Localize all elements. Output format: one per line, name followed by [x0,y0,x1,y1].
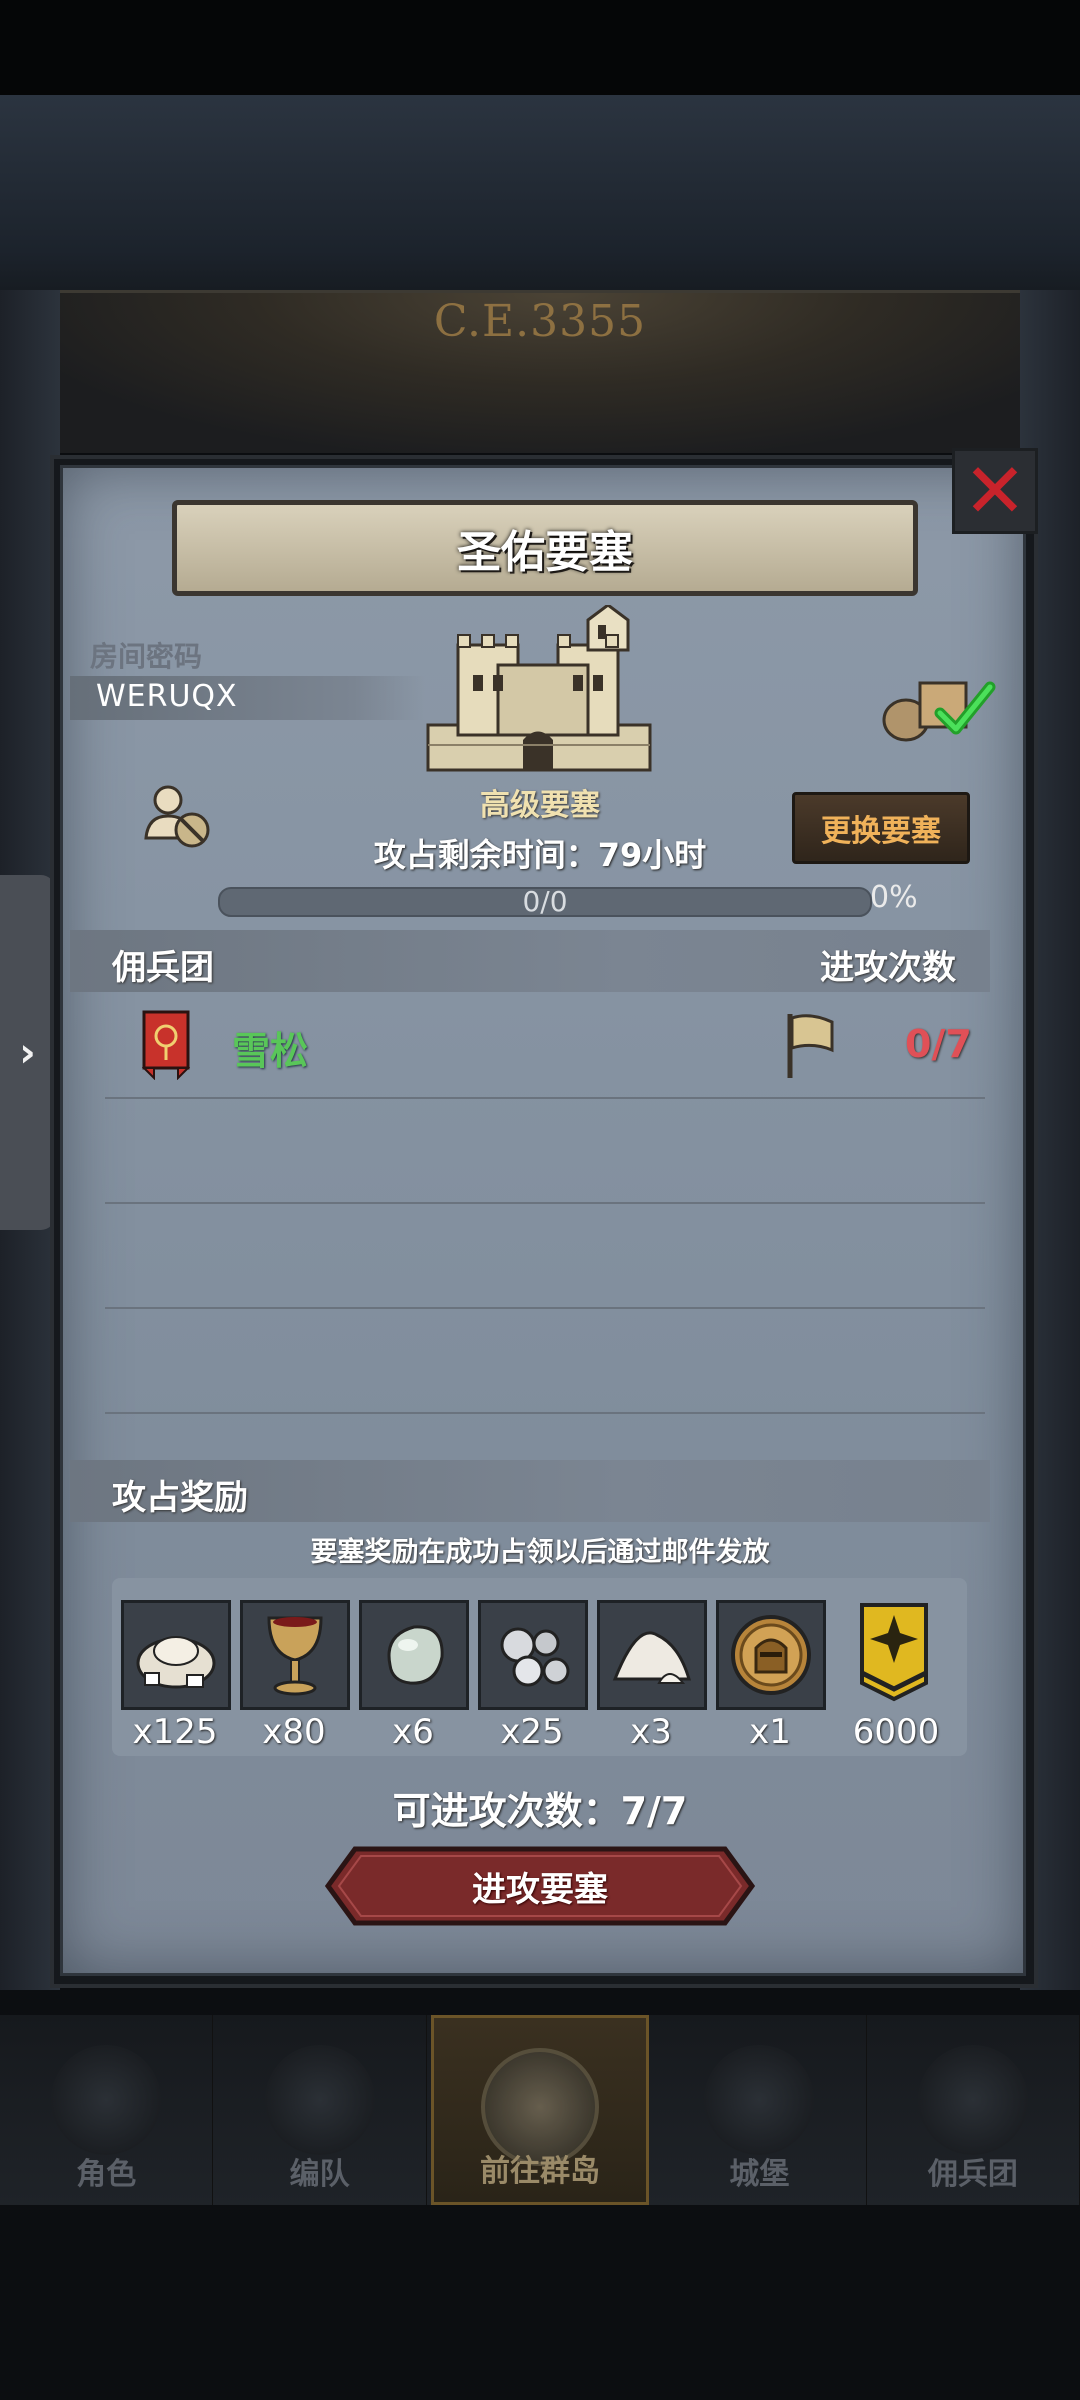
reward-qty: x6 [392,1712,434,1752]
era-label: C.E.3355 [433,296,647,347]
reward-item[interactable]: x6 [359,1600,469,1752]
reward-qty: x25 [500,1712,564,1752]
salt-pile-icon [597,1600,707,1710]
capture-progress-percent: 0% [870,880,918,915]
rewards-section-title: 攻占奖励 [112,1478,248,1518]
stone-pile-icon [121,1600,231,1710]
nav-item-formation[interactable]: 编队 [213,2015,427,2205]
change-fortress-button[interactable]: 更换要塞 [792,792,970,864]
close-button[interactable]: ✕ [952,448,1038,534]
nav-item-islands[interactable]: 前往群岛 [430,2015,650,2205]
nav-label: 前往群岛 [480,2154,601,2189]
status-bar-area [0,0,1080,95]
attempts-remaining: 可进攻次数：7/7 [392,1789,688,1833]
castle-icon [704,2045,815,2155]
reward-item[interactable]: x3 [597,1600,707,1752]
flag-icon [787,1014,834,1078]
pale-gem-icon [359,1600,469,1710]
row-divider [105,1412,985,1414]
nav-item-castle[interactable]: 城堡 [653,2015,867,2205]
attack-fortress-label: 进攻要塞 [472,1869,608,1910]
reward-item[interactable]: x25 [478,1600,588,1752]
mercenary-name[interactable]: 雪松 [232,1020,308,1075]
close-icon: ✕ [963,446,1027,535]
chevron-right-icon: › [19,1029,36,1076]
change-fortress-label: 更换要塞 [821,814,941,849]
reward-item[interactable]: x125 [121,1600,231,1752]
guild-emblem-icon [842,1600,946,1704]
dialog-title: 圣佑要塞 [457,527,633,578]
side-drawer-tab[interactable]: › [0,875,55,1230]
fortress-icon [426,605,652,772]
nav-label: 佣兵团 [927,2157,1018,2192]
nav-label: 编队 [289,2157,350,2192]
user-blocked-icon[interactable] [142,780,212,850]
reward-qty: x3 [630,1712,672,1752]
silver-ore-icon [478,1600,588,1710]
capture-progress-text: 0/0 [522,885,568,918]
background-haze [0,95,1080,290]
bottom-nav: 角色 编队 前往群岛 城堡 佣兵团 [0,2015,1080,2205]
nav-label: 角色 [76,2157,137,2192]
formation-icon [264,2045,375,2155]
nav-item-character[interactable]: 角色 [0,2015,214,2205]
goblet-icon [240,1600,350,1710]
reward-qty: x125 [132,1712,218,1752]
mercenary-section-title: 佣兵团 [112,948,214,988]
mercenary-attack-count: 0/7 [905,1022,972,1066]
row-divider [105,1097,985,1099]
room-password-label: 房间密码 [90,640,203,673]
loot-claimed-icon[interactable] [878,665,998,745]
reward-qty: x1 [749,1712,791,1752]
reward-item[interactable]: x1 [716,1600,826,1752]
knight-icon [51,2045,162,2155]
room-password-value[interactable]: WERUQX [96,679,238,714]
mercenary-tower-icon [917,2045,1028,2155]
capture-progress-bar: 0/0 [218,885,872,918]
reward-item[interactable]: 6000 [842,1600,950,1752]
reward-qty: x80 [262,1712,326,1752]
guild-banner-icon [142,1010,190,1080]
knight-coin-icon [716,1600,826,1710]
nav-label: 城堡 [729,2157,790,2192]
nav-item-mercenary[interactable]: 佣兵团 [867,2015,1080,2205]
reward-item[interactable]: x80 [240,1600,350,1752]
dialog-title-banner: 圣佑要塞 [172,500,918,596]
rewards-note: 要塞奖励在成功占领以后通过邮件发放 [310,1537,770,1568]
attack-count-header: 进攻次数 [820,948,956,988]
reward-qty: 6000 [852,1712,940,1752]
row-divider [105,1202,985,1204]
row-divider [105,1307,985,1309]
